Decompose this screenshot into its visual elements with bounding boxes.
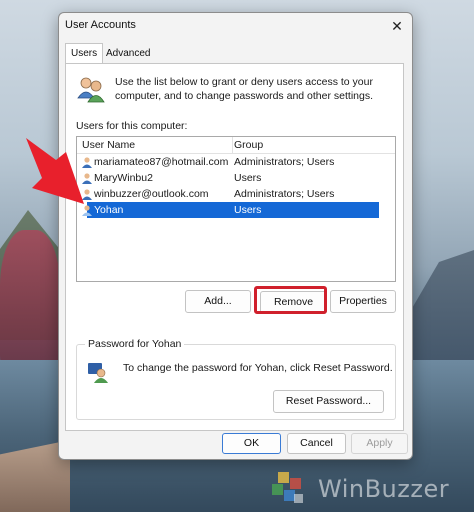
users-listview[interactable]: User Name Group mariamateo87@hotmail.com…: [76, 136, 396, 282]
reset-password-button[interactable]: Reset Password...: [273, 390, 384, 413]
apply-button[interactable]: Apply: [351, 433, 408, 454]
wallpaper-tree-left: [0, 230, 60, 370]
column-header-group[interactable]: Group: [229, 137, 394, 153]
password-group-legend: Password for Yohan: [85, 338, 185, 350]
add-user-button[interactable]: Add...: [185, 290, 251, 313]
winbuzzer-logo-icon: [272, 472, 303, 503]
title-bar[interactable]: User Accounts ✕: [59, 13, 412, 39]
users-tab-panel: Use the list below to grant or deny user…: [65, 63, 404, 431]
remove-button-highlight: [254, 286, 327, 314]
table-row[interactable]: MaryWinbu2 Users: [77, 170, 395, 186]
user-accounts-dialog: User Accounts ✕ Users Advanced Use the l…: [58, 12, 413, 460]
row-group: Administrators; Users: [234, 188, 335, 200]
user-key-icon: [88, 363, 108, 383]
password-groupbox: Password for Yohan To change the passwor…: [76, 338, 396, 420]
row-group: Users: [234, 204, 262, 216]
row-group: Users: [234, 172, 262, 184]
window-title: User Accounts: [65, 19, 136, 31]
row-group: Administrators; Users: [234, 156, 335, 168]
row-user-name: MaryWinbu2: [94, 172, 153, 184]
ok-button[interactable]: OK: [222, 433, 281, 454]
row-user-name: mariamateo87@hotmail.com: [94, 156, 229, 168]
watermark-text: WinBuzzer: [318, 475, 450, 503]
properties-button[interactable]: Properties: [330, 290, 396, 313]
users-icon: [77, 77, 105, 103]
pointer-arrow-annotation: [26, 138, 84, 204]
password-instruction: To change the password for Yohan, click …: [123, 362, 393, 374]
table-row[interactable]: winbuzzer@outlook.com Administrators; Us…: [77, 186, 395, 202]
tab-users[interactable]: Users: [65, 43, 104, 64]
row-user-name: winbuzzer@outlook.com: [94, 188, 209, 200]
intro-text: Use the list below to grant or deny user…: [115, 76, 373, 102]
wallpaper-mountain-right: [404, 250, 474, 370]
table-row-selected[interactable]: Yohan Users: [82, 202, 379, 218]
table-row[interactable]: mariamateo87@hotmail.com Administrators;…: [77, 154, 395, 170]
tab-advanced[interactable]: Advanced: [101, 44, 155, 63]
cancel-button[interactable]: Cancel: [287, 433, 346, 454]
close-icon[interactable]: ✕: [389, 18, 405, 34]
listview-header: User Name Group: [77, 137, 395, 154]
